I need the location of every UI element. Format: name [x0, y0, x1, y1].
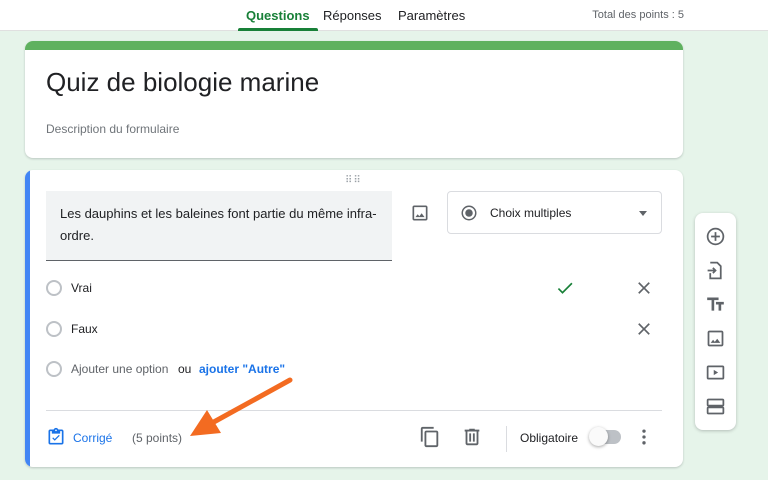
more-vert-icon[interactable] — [634, 427, 654, 452]
option-label[interactable]: Faux — [71, 322, 98, 336]
form-title-card[interactable]: Quiz de biologie marine Description du f… — [25, 41, 683, 158]
section-icon[interactable] — [705, 396, 726, 417]
top-nav-bar: Questions Réponses Paramètres Total des … — [0, 0, 768, 31]
toggle-knob — [589, 427, 608, 446]
trash-icon[interactable] — [461, 426, 483, 453]
question-card[interactable]: ⠿⠿ Les dauphins et les baleines font par… — [25, 170, 683, 467]
copy-icon[interactable] — [419, 426, 441, 453]
answer-key-link[interactable]: Corrigé — [73, 431, 112, 445]
add-option-row: Ajouter une option ou ajouter "Autre" — [46, 360, 662, 380]
required-toggle[interactable] — [589, 427, 621, 446]
import-icon[interactable] — [705, 260, 726, 281]
question-text-field[interactable]: Les dauphins et les baleines font partie… — [46, 191, 392, 261]
image-icon[interactable] — [705, 328, 726, 349]
form-description-field[interactable]: Description du formulaire — [46, 122, 179, 136]
required-label: Obligatoire — [520, 431, 579, 445]
footer-separator — [506, 426, 507, 452]
radio-unchecked-icon — [46, 280, 62, 296]
drag-handle-icon[interactable]: ⠿⠿ — [345, 175, 362, 186]
assignment-check-icon[interactable] — [46, 427, 66, 452]
radio-checked-icon — [460, 204, 478, 227]
title-icon[interactable] — [705, 294, 726, 315]
radio-unchecked-icon — [46, 321, 62, 337]
option-row[interactable]: Faux — [46, 320, 662, 340]
tab-responses[interactable]: Réponses — [323, 0, 382, 31]
header-color-strip — [25, 41, 683, 50]
add-other-link[interactable]: ajouter "Autre" — [199, 362, 285, 376]
floating-toolbar — [695, 213, 736, 430]
radio-unchecked-icon — [46, 361, 62, 377]
question-type-label: Choix multiples — [490, 206, 572, 220]
close-icon[interactable] — [634, 278, 654, 303]
tab-settings[interactable]: Paramètres — [398, 0, 465, 31]
total-points: Total des points : 5 — [592, 9, 684, 21]
add-option-link[interactable]: Ajouter une option — [71, 362, 168, 376]
points-label: (5 points) — [132, 431, 183, 445]
tab-questions[interactable]: Questions — [238, 0, 318, 31]
option-row[interactable]: Vrai — [46, 279, 662, 299]
image-icon[interactable] — [410, 203, 430, 223]
question-type-select[interactable]: Choix multiples — [447, 191, 662, 234]
check-icon — [555, 278, 575, 303]
video-icon[interactable] — [705, 362, 726, 383]
form-title[interactable]: Quiz de biologie marine — [46, 67, 319, 98]
or-label: ou — [178, 362, 192, 376]
chevron-down-icon — [639, 211, 647, 216]
option-label[interactable]: Vrai — [71, 281, 92, 295]
question-footer: Corrigé (5 points) Obligatoire — [25, 411, 683, 467]
close-icon[interactable] — [634, 319, 654, 344]
add-circle-icon[interactable] — [705, 226, 726, 247]
